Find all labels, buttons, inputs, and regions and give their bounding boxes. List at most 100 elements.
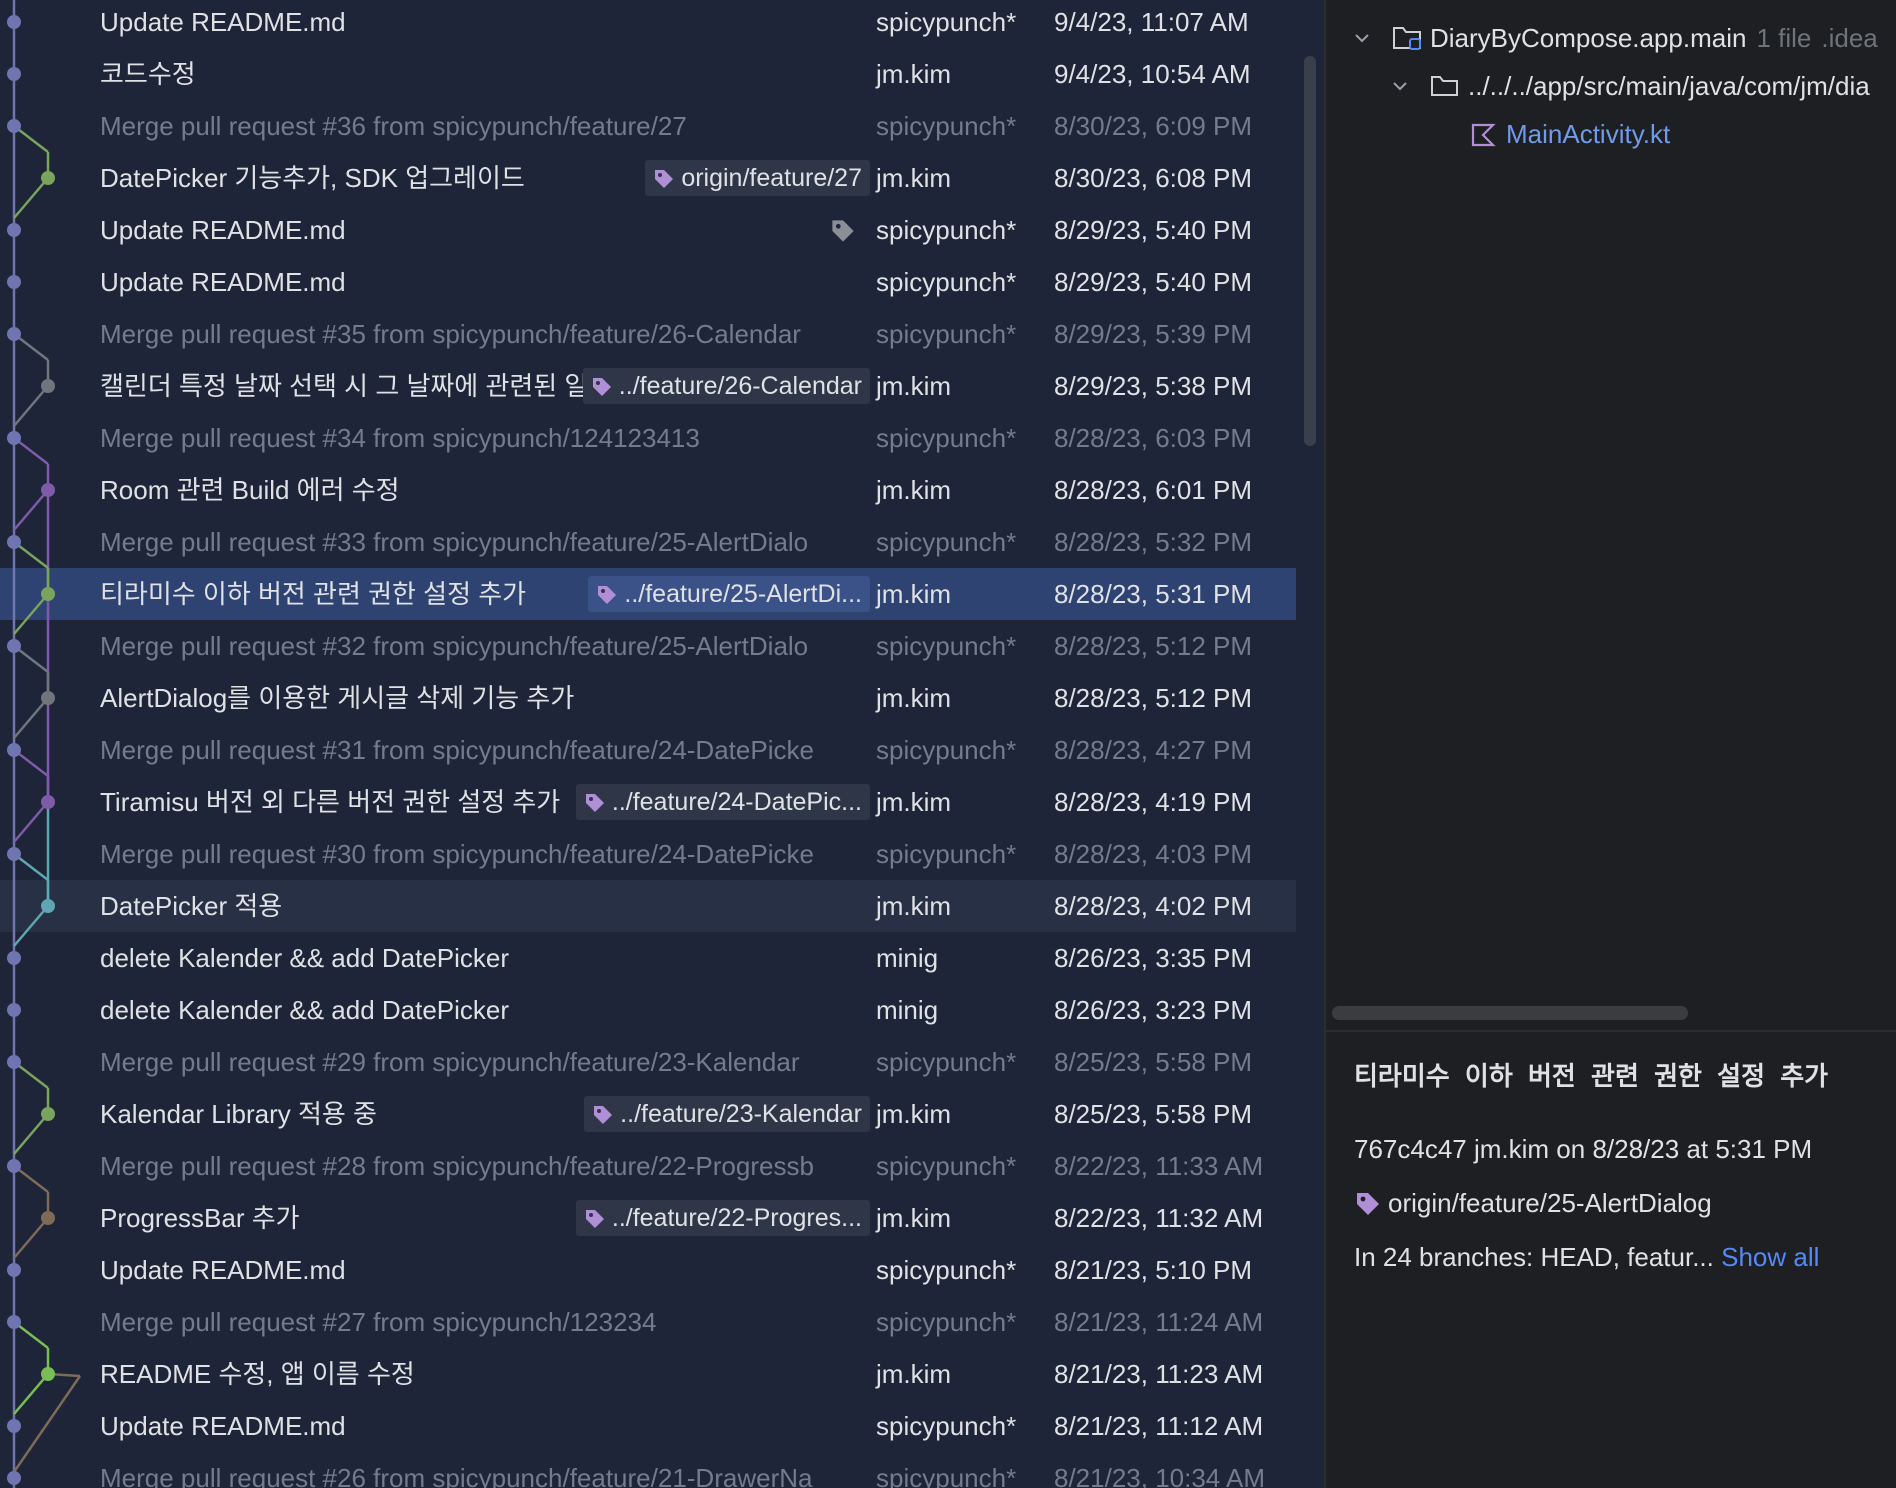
commit-date: 8/28/23, 4:19 PM <box>1054 787 1253 817</box>
commit-row[interactable]: delete Kalender && add DatePicker minig 8/… <box>0 932 1296 984</box>
commit-row[interactable]: ProgressBar 추가 ../feature/22-Progres... jm… <box>0 1192 1296 1244</box>
commit-node <box>7 15 21 29</box>
commit-row[interactable]: Room 관련 Build 에러 수정 jm.kim 8/28/23, 6:01 P… <box>0 464 1296 516</box>
commit-date: 8/29/23, 5:39 PM <box>1054 319 1253 349</box>
commit-subject: delete Kalender && add DatePicker <box>100 943 510 973</box>
branch-tag[interactable]: ../feature/25-AlertDi... <box>588 576 870 612</box>
commit-row[interactable]: Tiramisu 버전 외 다른 버전 권한 설정 추가 ../feature/2… <box>0 776 1296 828</box>
commit-row[interactable]: Merge pull request #29 from spicypunch/f… <box>0 1036 1296 1088</box>
graph-edge <box>13 1113 49 1155</box>
commit-row[interactable]: Update README.md spicypunch* 8/21/23, 11:1… <box>0 1400 1296 1452</box>
commit-node <box>7 639 21 653</box>
commit-row[interactable]: Merge pull request #28 from spicypunch/f… <box>0 1140 1296 1192</box>
commit-row[interactable]: Merge pull request #31 from spicypunch/f… <box>0 724 1296 776</box>
commit-node <box>7 1159 21 1173</box>
commit-row[interactable]: README 수정, 앱 이름 수정 jm.kim 8/21/23, 11:23 A… <box>0 1348 1296 1400</box>
branch-tag[interactable]: ../feature/24-DatePic... <box>575 784 870 820</box>
commit-date: 9/4/23, 10:54 AM <box>1054 59 1251 89</box>
commit-subject: Merge pull request #32 from spicypunch/f… <box>100 631 809 661</box>
branch-tag[interactable]: ../feature/22-Progres... <box>575 1200 870 1236</box>
commit-node <box>7 1055 21 1069</box>
commit-date: 8/29/23, 5:38 PM <box>1054 371 1253 401</box>
module-name: DiaryByCompose.app.main <box>1430 23 1747 53</box>
commit-node <box>41 587 55 601</box>
commit-author: minig <box>876 995 939 1025</box>
commit-row[interactable]: Merge pull request #36 from spicypunch/f… <box>0 100 1296 152</box>
tree-horizontal-scrollbar[interactable] <box>1332 1006 1688 1020</box>
commit-subject: Merge pull request #28 from spicypunch/f… <box>100 1151 814 1181</box>
graph-edge <box>13 905 49 947</box>
log-scrollbar-thumb[interactable] <box>1304 56 1316 446</box>
commit-author: spicypunch* <box>876 631 1017 661</box>
commit-author: spicypunch* <box>876 7 1017 37</box>
module-folder-icon <box>1393 27 1421 50</box>
commit-subject: delete Kalender && add DatePicker <box>100 995 510 1025</box>
commit-node <box>41 899 55 913</box>
chevron-down-icon[interactable] <box>1354 30 1370 46</box>
branch-tag-label: ../feature/26-Calendar <box>618 372 862 400</box>
graph-edge <box>13 1217 49 1259</box>
commit-row[interactable]: Update README.md spicypunch* 9/4/23, 11:07… <box>0 0 1296 48</box>
commit-date: 8/30/23, 6:08 PM <box>1054 163 1253 193</box>
commit-row[interactable]: delete Kalender && add DatePicker minig 8/… <box>0 984 1296 1036</box>
commit-subject: DatePicker 적용 <box>100 891 283 921</box>
commit-date: 8/25/23, 5:58 PM <box>1054 1047 1253 1077</box>
tag-icon[interactable] <box>830 218 856 244</box>
commit-node <box>41 691 55 705</box>
commit-row[interactable]: Kalendar Library 적용 중 ../feature/23-Kalen… <box>0 1088 1296 1140</box>
changed-file-name[interactable]: MainActivity.kt <box>1506 114 1670 154</box>
graph-edge <box>13 177 49 219</box>
commit-date: 8/28/23, 6:03 PM <box>1054 423 1253 453</box>
commit-row[interactable]: Merge pull request #26 from spicypunch/f… <box>0 1452 1296 1488</box>
commit-subject: Merge pull request #29 from spicypunch/f… <box>100 1047 800 1077</box>
branches-summary: In 24 branches: HEAD, featur... <box>1354 1242 1714 1272</box>
commit-row[interactable]: Merge pull request #32 from spicypunch/f… <box>0 620 1296 672</box>
branch-tag[interactable]: ../feature/23-Kalendar <box>584 1096 870 1132</box>
commit-node <box>7 67 21 81</box>
commit-date: 8/21/23, 5:10 PM <box>1054 1255 1253 1285</box>
commit-author: spicypunch* <box>876 1463 1017 1488</box>
commit-node <box>41 795 55 809</box>
commit-log-panel: Update README.md spicypunch* 9/4/23, 11:07… <box>0 0 1296 1488</box>
commit-subject: ProgressBar 추가 <box>100 1203 300 1233</box>
branch-tag-label: ../feature/25-AlertDi... <box>624 580 862 608</box>
commit-row[interactable]: 캘린더 특정 날짜 선택 시 그 날짜에 관련된 일기 ../feature/26… <box>0 360 1296 412</box>
commit-author: spicypunch* <box>876 735 1017 765</box>
commit-row[interactable]: 코드수정 jm.kim 9/4/23, 10:54 AM <box>0 48 1296 100</box>
commit-author: jm.kim <box>876 683 952 713</box>
tag-icon <box>585 794 604 812</box>
commit-subject: Merge pull request #33 from spicypunch/f… <box>100 527 809 557</box>
branch-tag[interactable]: origin/feature/27 <box>645 160 870 196</box>
commit-row[interactable]: DatePicker 기능추가, SDK 업그레이드 origin/feature… <box>0 152 1296 204</box>
commit-node <box>7 223 21 237</box>
commit-subject: Update README.md <box>100 1255 346 1285</box>
commit-subject: Merge pull request #30 from spicypunch/f… <box>100 839 814 869</box>
commit-row[interactable]: Update README.md spicypunch* 8/29/23, 5:40… <box>0 256 1296 308</box>
commit-row[interactable]: Merge pull request #30 from spicypunch/f… <box>0 828 1296 880</box>
commit-row[interactable]: Merge pull request #27 from spicypunch/1… <box>0 1296 1296 1348</box>
commit-subject: Merge pull request #31 from spicypunch/f… <box>100 735 814 765</box>
commit-subject: Tiramisu 버전 외 다른 버전 권한 설정 추가 <box>100 787 561 817</box>
tag-icon <box>585 1210 604 1228</box>
commit-row[interactable]: Merge pull request #34 from spicypunch/1… <box>0 412 1296 464</box>
branch-tag[interactable]: ../feature/26-Calendar <box>582 368 870 404</box>
commit-row[interactable]: Update README.md spicypunch* 8/21/23, 5:10… <box>0 1244 1296 1296</box>
commit-row[interactable]: Update README.md spicypunch* 8/29/23, 5:40… <box>0 204 1296 256</box>
commit-row[interactable]: Merge pull request #35 from spicypunch/f… <box>0 308 1296 360</box>
commit-row[interactable]: AlertDialog를 이용한 게시글 삭제 기능 추가 jm.kim 8/28/… <box>0 672 1296 724</box>
commit-row[interactable]: DatePicker 적용 jm.kim 8/28/23, 4:02 PM <box>0 880 1296 932</box>
commit-subject: Merge pull request #26 from spicypunch/f… <box>100 1463 813 1488</box>
commit-subject: Update README.md <box>100 267 346 297</box>
commit-node <box>41 483 55 497</box>
show-all-link[interactable]: Show all <box>1721 1242 1819 1272</box>
commit-detail-title: 티라미수 이하 버전 관련 권한 설정 추가 <box>1354 1061 1829 1091</box>
chevron-down-icon[interactable] <box>1392 78 1408 94</box>
commit-row[interactable]: 티라미수 이하 버전 관련 권한 설정 추가 ../feature/25-Aler… <box>0 568 1296 620</box>
commit-date: 8/21/23, 11:24 AM <box>1054 1307 1264 1337</box>
commit-author: jm.kim <box>876 475 952 505</box>
commit-subject: 코드수정 <box>100 59 196 89</box>
graph-edge <box>13 385 49 427</box>
commit-detail-branches: In 24 branches: HEAD, featur... Show all <box>1354 1242 1819 1273</box>
commit-author: spicypunch* <box>876 267 1017 297</box>
commit-row[interactable]: Merge pull request #33 from spicypunch/f… <box>0 516 1296 568</box>
